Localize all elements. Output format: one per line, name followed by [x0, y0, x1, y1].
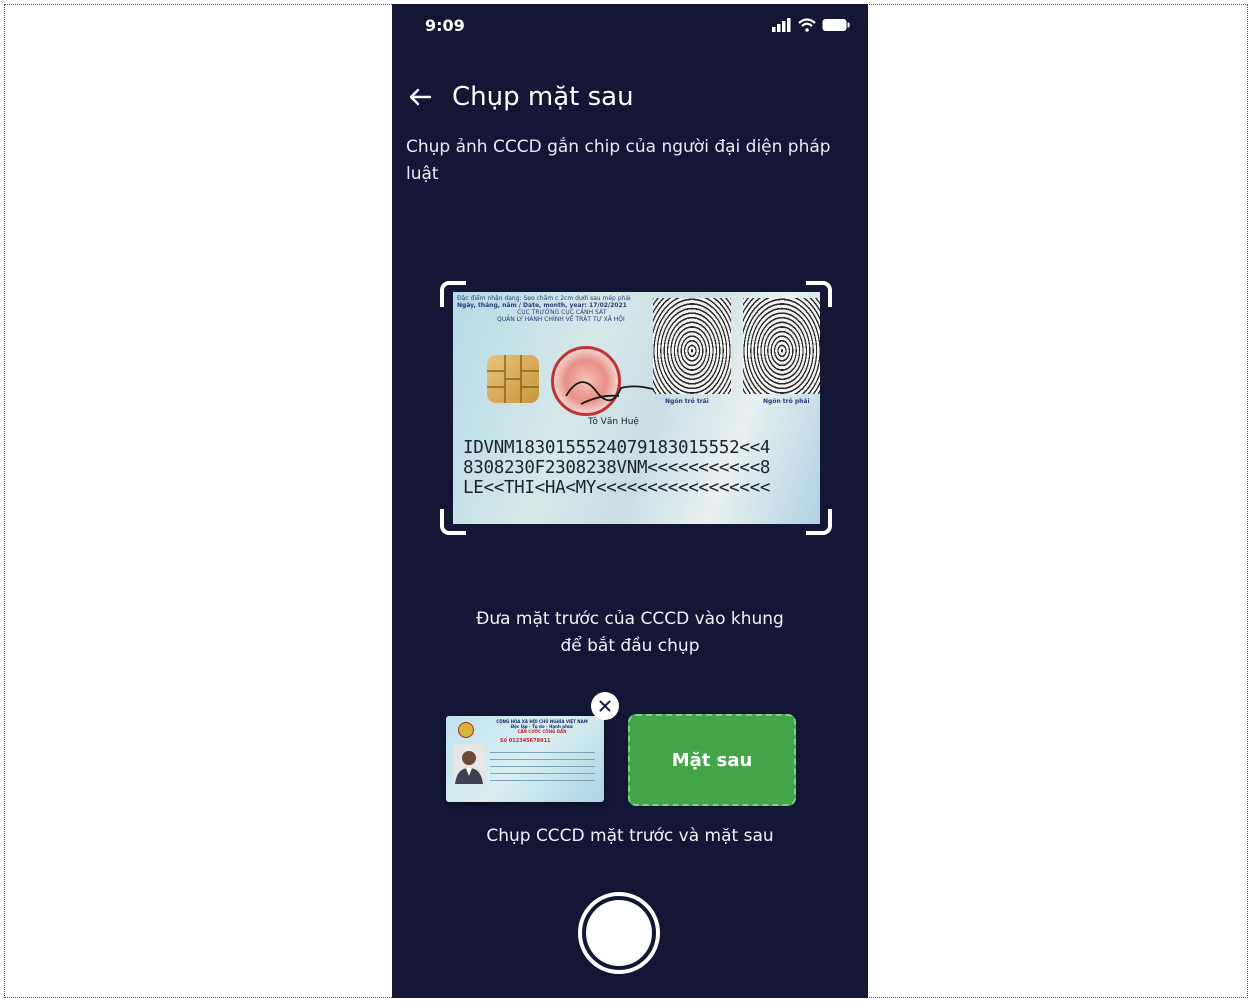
mrz-line: 8308230F2308238VNM<<<<<<<<<<<8	[463, 458, 771, 478]
id-card-back-header: Đặc điểm nhận dạng: Sẹo chấm c 2cm dưới …	[457, 295, 667, 323]
instruction-line: để bắt đầu chụp	[560, 636, 700, 656]
signature-icon	[565, 381, 657, 405]
back-side-slot-button[interactable]: Mặt sau	[628, 714, 796, 806]
emblem-icon	[458, 722, 474, 738]
mrz-line: LE<<THI<HA<MY<<<<<<<<<<<<<<<<<	[463, 478, 771, 498]
id-back-header-line: QUẢN LÝ HÀNH CHÍNH VỀ TRẬT TỰ XÃ HỘI	[497, 316, 625, 323]
portrait-icon	[453, 744, 485, 784]
front-header-line: CĂN CƯỚC CÔNG DÂN	[517, 729, 567, 734]
signal-icon	[772, 18, 791, 32]
shutter-button[interactable]	[578, 892, 660, 974]
mrz-block: IDVNM1830155524079183015552<<4 8308230F23…	[463, 438, 770, 498]
battery-icon	[822, 19, 850, 31]
status-time: 9:09	[425, 16, 465, 35]
phone-screen: 9:09 Chụp mặt sau Chụp ảnh CCCD gắn chip…	[392, 4, 868, 998]
front-thumbnail[interactable]: CỘNG HÒA XÃ HỘI CHỦ NGHĨA VIỆT NAM Độc l…	[446, 716, 604, 802]
right-finger-label: Ngón trỏ phải	[763, 398, 810, 405]
id-back-header-line: Đặc điểm nhận dạng: Sẹo chấm c 2cm dưới …	[457, 295, 631, 302]
instruction-line: Đưa mặt trước của CCCD vào khung	[476, 609, 784, 629]
close-icon[interactable]	[591, 692, 619, 720]
page-subtitle: Chụp ảnh CCCD gắn chip của người đại diệ…	[406, 137, 831, 184]
chip-icon	[487, 355, 539, 403]
front-thumbnail-fields	[490, 746, 595, 781]
front-thumbnail-number: Số 012345678911	[500, 738, 551, 744]
fingerprint-right-icon	[743, 298, 820, 394]
wifi-icon	[798, 18, 816, 32]
id-back-header-line: Ngày, tháng, năm / Date, month, year: 17…	[457, 302, 627, 309]
front-thumbnail-header: CỘNG HÒA XÃ HỘI CHỦ NGHĨA VIỆT NAM Độc l…	[486, 719, 598, 734]
scan-frame: Đặc điểm nhận dạng: Sẹo chấm c 2cm dưới …	[440, 281, 832, 535]
header: Chụp mặt sau	[406, 82, 634, 112]
left-finger-label: Ngón trỏ trái	[665, 398, 709, 405]
signer-name: Tô Văn Huệ	[588, 417, 639, 427]
page-title: Chụp mặt sau	[452, 82, 634, 112]
status-icons	[772, 18, 850, 32]
instruction-text: Đưa mặt trước của CCCD vào khung để bắt …	[392, 606, 868, 660]
status-bar: 9:09	[392, 4, 868, 48]
thumbnail-caption: Chụp CCCD mặt trước và mặt sau	[486, 826, 774, 846]
arrow-left-icon[interactable]	[406, 83, 434, 111]
id-card-back-image: Đặc điểm nhận dạng: Sẹo chấm c 2cm dưới …	[453, 292, 820, 524]
mrz-line: IDVNM1830155524079183015552<<4	[463, 438, 771, 458]
fingerprint-left-icon	[653, 298, 731, 394]
shutter-inner	[586, 900, 652, 966]
id-back-header-line: CỤC TRƯỞNG CỤC CẢNH SÁT	[517, 309, 607, 316]
